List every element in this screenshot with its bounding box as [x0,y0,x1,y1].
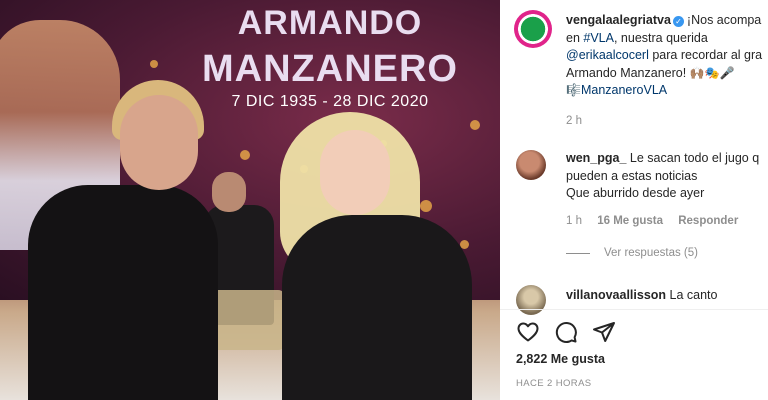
caption-text-1: ¡Nos acompa [686,13,762,27]
section-divider [500,309,768,310]
heart-icon[interactable] [516,320,540,344]
comment-icon[interactable] [554,320,578,344]
comment-item: villanovaallisson La canto [566,287,766,305]
verified-badge-icon: ✓ [672,16,684,27]
author-avatar[interactable] [514,10,552,48]
share-icon[interactable] [592,320,616,344]
comment-text: La canto [669,288,718,302]
post-actions [516,320,616,344]
comment-text-line2: pueden a estas noticias [566,168,698,183]
view-replies-label: Ver respuestas (5) [604,247,698,259]
post-photo[interactable]: ARMANDO MANZANERO 7 DIC 1935 - 28 DIC 20… [0,0,500,400]
post-caption: vengalaalegriatva ✓ ¡Nos acompa en #VLA, n… [566,12,766,100]
author-username[interactable]: vengalaalegriatva [566,13,671,27]
comment-age[interactable]: 1 h [566,215,582,227]
view-replies-button[interactable]: Ver respuestas (5) [566,247,698,259]
tribute-title-line2: MANZANERO [202,48,458,90]
comment-meta: 1 h 16 Me gusta Responder [566,215,750,227]
reply-button[interactable]: Responder [678,215,738,227]
likes-count[interactable]: 2,822 Me gusta [516,352,605,366]
post-sidebar: vengalaalegriatva ✓ ¡Nos acompa en #VLA, n… [500,0,768,400]
caption-text-2: en [566,30,584,45]
caption-emojis: 🙌🏽🎭🎤 [689,65,735,80]
caption-hashtag-link[interactable]: #VLA [583,31,614,45]
caption-text-3: , nuestra querida [613,30,708,45]
woman-left-body [28,185,218,400]
caption-hashtag2-link[interactable]: ManzaneroVLA [581,83,667,97]
comment-text-line3: Que aburrido desde ayer [566,186,705,200]
woman-right-face [320,130,390,215]
post-timestamp[interactable]: HACE 2 HORAS [516,378,592,389]
post-age[interactable]: 2 h [566,115,582,127]
caption-hashtag-emoji: 🎼 [566,83,581,97]
comment-item: wen_pga_ Le sacan todo el jugo q pueden … [566,150,766,203]
woman-right-body [282,215,472,400]
replies-dash [566,252,590,254]
caption-mention-link[interactable]: @erikaalcocerl [566,48,649,62]
drum-kit [206,290,286,350]
comment-likes[interactable]: 16 Me gusta [597,215,663,227]
comment-text: Le sacan todo el jugo q [629,151,760,165]
commenter-avatar[interactable] [516,150,546,180]
tribute-dates: 7 DIC 1935 - 28 DIC 2020 [231,93,429,110]
woman-left-face [120,95,198,190]
caption-text-5: Armando Manzanero! [566,65,690,80]
comment-username[interactable]: wen_pga_ [566,151,626,165]
commenter-avatar[interactable] [516,285,546,315]
caption-text-4: para recordar al gra [648,48,763,62]
drummer-head [212,172,246,212]
tribute-title-line1: ARMANDO [237,4,423,42]
comment-username[interactable]: villanovaallisson [566,288,666,302]
